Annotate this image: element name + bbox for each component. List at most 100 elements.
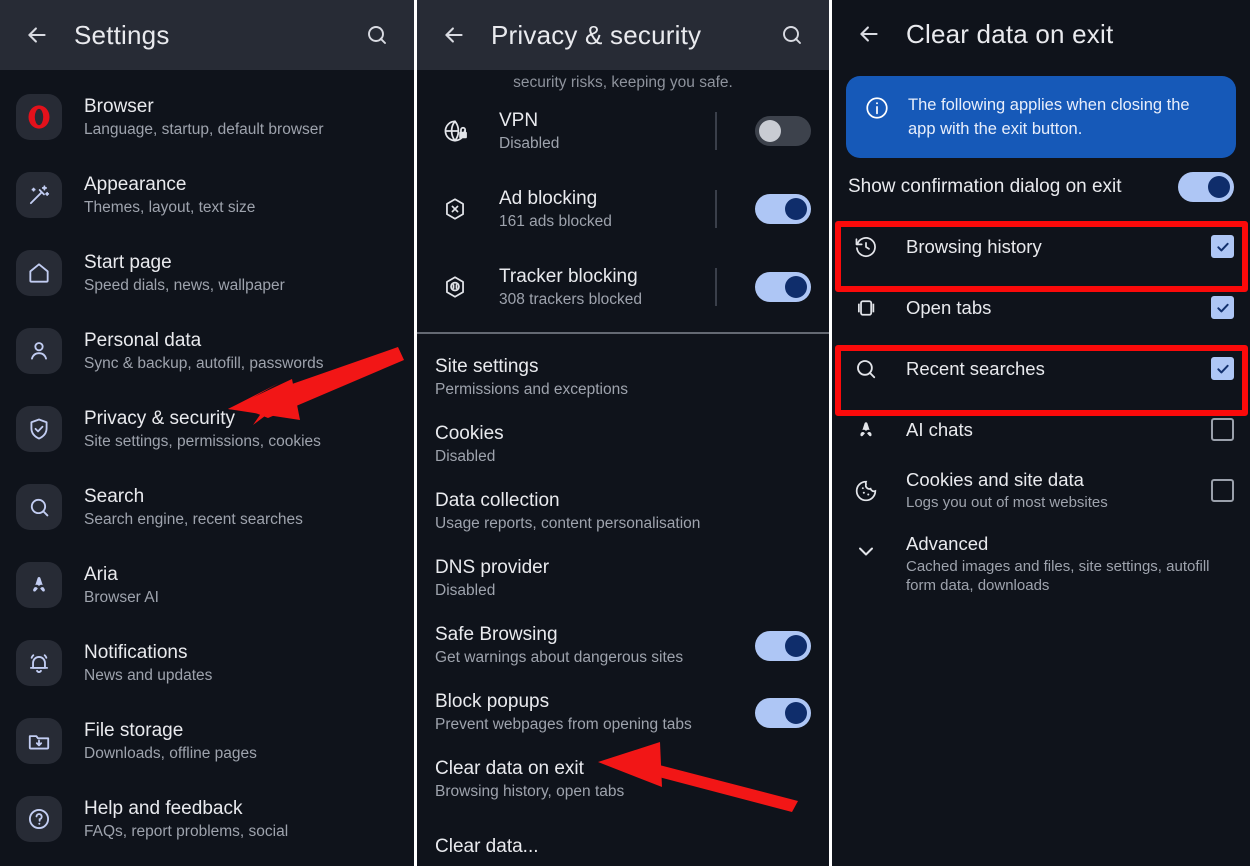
tabs-icon (848, 295, 884, 321)
row-block-popups[interactable]: Block popups Prevent webpages from openi… (417, 679, 829, 746)
magic-wand-icon (16, 172, 62, 218)
row-ai-chats[interactable]: AI chats (832, 399, 1250, 460)
search-icon[interactable] (358, 16, 396, 54)
sidebar-item-privacy-security[interactable]: Privacy & security Site settings, permis… (0, 390, 414, 468)
back-arrow-icon[interactable] (435, 16, 473, 54)
row-ad-blocking[interactable]: Ad blocking 161 ads blocked (417, 170, 829, 248)
search-icon[interactable] (773, 16, 811, 54)
item-title: Search (84, 485, 145, 507)
info-banner-text: The following applies when closing the a… (908, 96, 1190, 138)
item-title: Privacy & security (84, 407, 235, 429)
row-advanced[interactable]: Advanced Cached images and files, site s… (832, 521, 1250, 613)
item-title: File storage (84, 719, 184, 741)
item-title: Personal data (84, 329, 202, 351)
row-show-confirmation-dialog[interactable]: Show confirmation dialog on exit (832, 158, 1250, 216)
sidebar-item-search[interactable]: Search Search engine, recent searches (0, 468, 414, 546)
row-recent-searches[interactable]: Recent searches (832, 338, 1250, 399)
vpn-toggle[interactable] (755, 116, 811, 146)
folder-down-icon (16, 718, 62, 764)
tracker-blocking-toggle[interactable] (755, 272, 811, 302)
clear-data-appbar: Clear data on exit (832, 0, 1250, 68)
block-popups-toggle[interactable] (755, 697, 811, 728)
show-confirmation-toggle[interactable] (1178, 172, 1234, 202)
row-browsing-history[interactable]: Browsing history (832, 216, 1250, 277)
row-divider (715, 112, 717, 150)
sidebar-item-personal-data[interactable]: Personal data Sync & backup, autofill, p… (0, 312, 414, 390)
back-arrow-icon[interactable] (18, 16, 56, 54)
item-title: Cookies (435, 423, 504, 444)
cookies-site-data-checkbox[interactable] (1211, 479, 1234, 502)
aria-icon (16, 562, 62, 608)
item-title: Aria (84, 563, 118, 585)
item-title: Tracker blocking (499, 265, 638, 287)
item-title: Cookies and site data (906, 469, 1084, 490)
item-title: Browsing history (906, 235, 1042, 257)
item-subtitle: Permissions and exceptions (435, 381, 628, 398)
row-clear-data-on-exit[interactable]: Clear data on exit Browsing history, ope… (417, 746, 829, 813)
confirm-label: Show confirmation dialog on exit (848, 176, 1122, 197)
row-divider (715, 268, 717, 306)
vpn-lock-icon (435, 117, 475, 145)
item-subtitle: Themes, layout, text size (84, 198, 256, 216)
item-subtitle: Get warnings about dangerous sites (435, 649, 684, 666)
sidebar-item-browser[interactable]: Browser Language, startup, default brows… (0, 78, 414, 156)
item-subtitle: Language, startup, default browser (84, 120, 324, 138)
item-title: Start page (84, 251, 172, 273)
aria-icon (848, 417, 884, 443)
page-title: Settings (74, 19, 170, 50)
row-data-collection[interactable]: Data collection Usage reports, content p… (417, 478, 829, 545)
sidebar-item-start-page[interactable]: Start page Speed dials, news, wallpaper (0, 234, 414, 312)
sidebar-item-aria[interactable]: Aria Browser AI (0, 546, 414, 624)
help-circle-icon (16, 796, 62, 842)
row-clear-data[interactable]: Clear data... (417, 813, 829, 866)
item-title: Clear data... (435, 835, 539, 857)
page-title: Privacy & security (491, 19, 702, 50)
row-open-tabs[interactable]: Open tabs (832, 277, 1250, 338)
sidebar-item-file-storage[interactable]: File storage Downloads, offline pages (0, 702, 414, 780)
home-icon (16, 250, 62, 296)
sidebar-item-help-feedback[interactable]: Help and feedback FAQs, report problems,… (0, 780, 414, 858)
browsing-history-checkbox[interactable] (1211, 235, 1234, 258)
panel-privacy-security: Privacy & security security risks, keepi… (417, 0, 829, 866)
three-panel-screenshot: Settings Browser Language, startup, defa… (0, 0, 1250, 866)
cookie-icon (848, 478, 884, 504)
item-title: DNS provider (435, 557, 550, 578)
row-cookies-site-data[interactable]: Cookies and site data Logs you out of mo… (832, 460, 1250, 521)
bell-icon (16, 640, 62, 686)
open-tabs-checkbox[interactable] (1211, 296, 1234, 319)
safe-browsing-toggle[interactable] (755, 630, 811, 661)
row-tracker-blocking[interactable]: Tracker blocking 308 trackers blocked (417, 248, 829, 326)
row-vpn[interactable]: VPN Disabled (417, 92, 829, 170)
sidebar-item-appearance[interactable]: Appearance Themes, layout, text size (0, 156, 414, 234)
item-title: Data collection (435, 490, 560, 511)
info-banner: The following applies when closing the a… (846, 76, 1236, 158)
privacy-toggle-list: VPN Disabled Ad blocking 161 ads blocked (417, 92, 829, 326)
sidebar-item-notifications[interactable]: Notifications News and updates (0, 624, 414, 702)
recent-searches-checkbox[interactable] (1211, 357, 1234, 380)
panel-settings: Settings Browser Language, startup, defa… (0, 0, 414, 866)
privacy-plain-list: Site settings Permissions and exceptions… (417, 334, 829, 866)
row-safe-browsing[interactable]: Safe Browsing Get warnings about dangero… (417, 612, 829, 679)
row-cookies[interactable]: Cookies Disabled (417, 411, 829, 478)
item-subtitle: Downloads, offline pages (84, 744, 257, 762)
item-subtitle: Browser AI (84, 588, 159, 606)
clear-data-items: Browsing history Open tabs Recent search… (832, 216, 1250, 613)
row-dns-provider[interactable]: DNS provider Disabled (417, 545, 829, 612)
ad-blocking-toggle[interactable] (755, 194, 811, 224)
privacy-appbar: Privacy & security (417, 0, 829, 70)
search-icon (848, 356, 884, 382)
item-title: Recent searches (906, 357, 1045, 379)
chevron-down-icon (848, 539, 884, 563)
item-subtitle: Cached images and files, site settings, … (906, 558, 1210, 594)
row-site-settings[interactable]: Site settings Permissions and exceptions (417, 344, 829, 411)
back-arrow-icon[interactable] (850, 15, 888, 53)
item-subtitle: News and updates (84, 666, 213, 684)
row-divider (715, 190, 717, 228)
item-title: Clear data on exit (435, 758, 584, 779)
item-subtitle: Logs you out of most websites (906, 494, 1108, 511)
item-subtitle: Sync & backup, autofill, passwords (84, 354, 324, 372)
search-icon (16, 484, 62, 530)
ai-chats-checkbox[interactable] (1211, 418, 1234, 441)
item-title: Open tabs (906, 296, 992, 318)
item-title: Appearance (84, 173, 187, 195)
